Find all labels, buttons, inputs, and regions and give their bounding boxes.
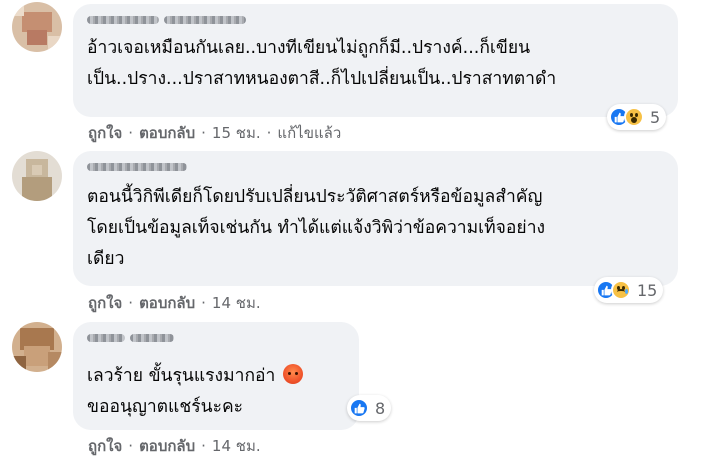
author-name[interactable] bbox=[87, 14, 246, 25]
timestamp[interactable]: 15 ชม. bbox=[212, 121, 261, 145]
reply-link[interactable]: ตอบกลับ bbox=[139, 291, 195, 315]
reaction-count: 15 bbox=[637, 280, 658, 300]
comment-line: อ้าวเจอเหมือนกันเลย..บางทีเขียนไม่ถูกก็ม… bbox=[87, 38, 531, 58]
comment-line: เป็น..ปราง...ปราสาทหนองตาสี..ก็ไปเปลี่ยน… bbox=[87, 69, 557, 89]
comment-actions: ถูกใจ · ตอบกลับ · 14 ชม. bbox=[88, 291, 261, 315]
comment-actions: ถูกใจ · ตอบกลับ · 14 ชม. bbox=[88, 434, 261, 458]
angry-face-emoji-icon bbox=[283, 364, 304, 384]
comment-line: ตอนนี้วิกิพีเดียก็โดยปรับเปลี่ยนประวัติศ… bbox=[87, 187, 543, 207]
comment-line: เลวร้าย ขั้นรุนแรงมากอ่า bbox=[87, 361, 304, 392]
redacted-name bbox=[130, 333, 174, 342]
comment-line: ขออนุญาตแชร์นะคะ bbox=[87, 397, 244, 417]
separator-dot: · bbox=[201, 294, 206, 312]
comment-actions: ถูกใจ · ตอบกลับ · 15 ชม. · แก้ไขแล้ว bbox=[88, 121, 341, 145]
redacted-name bbox=[87, 333, 125, 342]
separator-dot: · bbox=[128, 437, 134, 455]
separator-dot: · bbox=[128, 294, 134, 312]
reaction-summary[interactable]: 5 bbox=[607, 104, 667, 130]
author-name[interactable] bbox=[87, 161, 187, 172]
comment-text: ตอนนี้วิกิพีเดียก็โดยปรับเปลี่ยนประวัติศ… bbox=[87, 182, 545, 275]
comment-bubble: เลวร้าย ขั้นรุนแรงมากอ่า ขออนุญาตแชร์นะค… bbox=[73, 322, 359, 430]
comment-bubble: อ้าวเจอเหมือนกันเลย..บางทีเขียนไม่ถูกก็ม… bbox=[73, 4, 678, 117]
timestamp[interactable]: 14 ชม. bbox=[212, 434, 261, 458]
reaction-summary[interactable]: 15 bbox=[594, 277, 664, 303]
reply-link[interactable]: ตอบกลับ bbox=[139, 434, 195, 458]
like-link[interactable]: ถูกใจ bbox=[88, 121, 122, 145]
comment-line-text: เลวร้าย ขั้นรุนแรงมากอ่า bbox=[87, 366, 276, 386]
redacted-name bbox=[87, 162, 187, 171]
avatar[interactable] bbox=[12, 2, 62, 52]
like-link[interactable]: ถูกใจ bbox=[88, 434, 122, 458]
separator-dot: · bbox=[266, 124, 272, 142]
comment-bubble: ตอนนี้วิกิพีเดียก็โดยปรับเปลี่ยนประวัติศ… bbox=[73, 151, 678, 286]
timestamp[interactable]: 14 ชม. bbox=[212, 291, 261, 315]
wow-reaction-icon bbox=[624, 107, 644, 127]
comment-text: เลวร้าย ขั้นรุนแรงมากอ่า ขออนุญาตแชร์นะค… bbox=[87, 361, 304, 423]
avatar[interactable] bbox=[12, 322, 62, 372]
reaction-summary[interactable]: 8 bbox=[347, 395, 392, 421]
reply-link[interactable]: ตอบกลับ bbox=[139, 121, 195, 145]
redacted-name bbox=[164, 15, 246, 24]
edited-label[interactable]: แก้ไขแล้ว bbox=[277, 121, 341, 145]
like-reaction-icon bbox=[349, 398, 369, 418]
comment-line: โดยเป็นข้อมูลเท็จเช่นกัน ทำได้แต่แจ้งวิพ… bbox=[87, 218, 546, 238]
reaction-count: 5 bbox=[650, 107, 661, 127]
comment-line: เดียว bbox=[87, 249, 125, 269]
comment-text: อ้าวเจอเหมือนกันเลย..บางทีเขียนไม่ถูกก็ม… bbox=[87, 33, 556, 95]
like-link[interactable]: ถูกใจ bbox=[88, 291, 122, 315]
separator-dot: · bbox=[201, 437, 206, 455]
redacted-name bbox=[87, 15, 159, 24]
avatar[interactable] bbox=[12, 151, 62, 201]
separator-dot: · bbox=[201, 124, 206, 142]
reaction-count: 8 bbox=[375, 398, 386, 418]
separator-dot: · bbox=[128, 124, 134, 142]
author-name[interactable] bbox=[87, 332, 174, 343]
sad-reaction-icon bbox=[611, 280, 631, 300]
